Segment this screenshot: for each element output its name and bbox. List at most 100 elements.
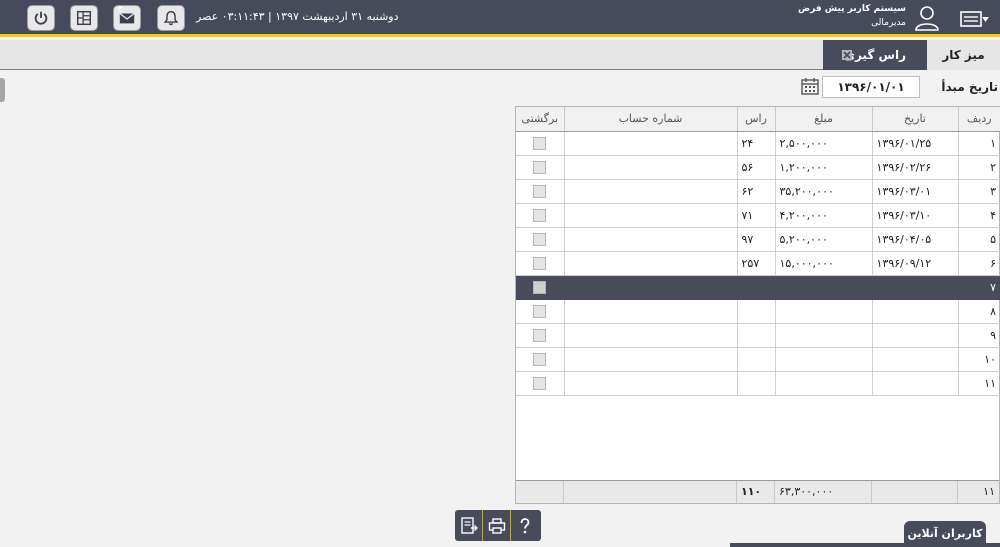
ras-table: ردیف تاریخ مبلغ راس شماره حساب برگشتی ۱۱… [516,107,1000,396]
table-row[interactable]: ۲ ۱۳۹۶/۰۲/۲۶ ۱,۲۰۰,۰۰۰ ۵۶ [516,155,1000,180]
cell-date: ۱۳۹۶/۰۳/۰۱ [872,179,959,204]
table-row[interactable]: ۶ ۱۳۹۶/۰۹/۱۲ ۱۵,۰۰۰,۰۰۰ ۲۵۷ [516,251,1000,276]
cell-ras: ۵۶ [737,155,776,180]
menu-icon[interactable] [960,8,990,30]
cell-amount [775,275,873,300]
returned-checkbox[interactable] [533,328,547,342]
cell-returned [516,347,565,372]
table-row[interactable]: ۳ ۱۳۹۶/۰۳/۰۱ ۳۵,۲۰۰,۰۰۰ ۶۲ [516,179,1000,204]
cell-amount: ۵,۲۰۰,۰۰۰ [775,227,873,252]
close-icon[interactable] [841,49,853,61]
footer-amount-total: ۶۳,۳۰۰,۰۰۰ [774,481,871,503]
cell-amount: ۱۵,۰۰۰,۰۰۰ [775,251,873,276]
cell-date: ۱۳۹۶/۰۴/۰۵ [872,227,959,252]
cell-amount [775,323,873,348]
cell-ras [737,275,776,300]
cell-returned [516,203,565,228]
col-row-header[interactable]: ردیف [958,107,1000,132]
help-icon [520,517,530,533]
cell-date [872,299,959,324]
cell-row-number: ۷ [958,275,1000,300]
cell-account [564,227,738,252]
footer-ras-total: ۱۱۰ [736,481,774,503]
calendar-icon[interactable] [800,76,820,96]
cell-ras: ۹۷ [737,227,776,252]
col-amount-header[interactable]: مبلغ [775,107,873,132]
cell-account [564,347,738,372]
top-header: ۳ دوشنبه ۳۱ اردیبهشت ۱۳۹۷ | ۰۳:۱۱:۴۳ عصر… [0,0,1000,37]
user-icon[interactable] [914,4,940,32]
power-button[interactable] [27,5,55,31]
cell-account [564,275,738,300]
cell-date: ۱۳۹۶/۰۳/۱۰ [872,203,959,228]
returned-checkbox[interactable] [533,136,547,150]
cell-amount: ۴,۲۰۰,۰۰۰ [775,203,873,228]
cell-date [872,323,959,348]
start-date-input[interactable]: ۱۳۹۶/۰۱/۰۱ [822,76,920,98]
dashboard-button[interactable] [70,5,98,31]
returned-checkbox[interactable] [533,184,547,198]
power-icon [34,11,48,25]
table-row[interactable]: ۴ ۱۳۹۶/۰۳/۱۰ ۴,۲۰۰,۰۰۰ ۷۱ [516,203,1000,228]
cell-ras [737,323,776,348]
notifications-button[interactable] [157,5,185,31]
cell-ras: ۶۲ [737,179,776,204]
footer-empty [563,481,736,503]
returned-checkbox[interactable] [533,352,547,366]
tab-desk[interactable]: میز کار [927,40,1000,70]
table-row[interactable]: ۵ ۱۳۹۶/۰۴/۰۵ ۵,۲۰۰,۰۰۰ ۹۷ [516,227,1000,252]
bottom-toolbar [455,510,541,541]
cell-amount: ۲,۵۰۰,۰۰۰ [775,131,873,156]
col-ras-header[interactable]: راس [737,107,776,132]
cell-ras [737,371,776,396]
cell-returned [516,251,565,276]
cell-returned [516,131,565,156]
col-account-header[interactable]: شماره حساب [564,107,738,132]
returned-checkbox[interactable] [533,256,547,270]
export-button[interactable] [455,510,483,541]
cell-returned [516,227,565,252]
start-date-label: تاریخ مبدأ [941,80,998,94]
cell-account [564,299,738,324]
cell-row-number: ۸ [958,299,1000,324]
side-panel-handle[interactable] [0,78,5,102]
cell-returned [516,275,565,300]
messages-button[interactable]: ۳ [113,5,141,31]
system-name: سیستم کاربر پیش فرض [798,4,906,14]
help-button[interactable] [511,510,539,541]
cell-account [564,371,738,396]
returned-checkbox[interactable] [533,208,547,222]
table-row[interactable]: ۹ [516,323,1000,348]
cell-ras [737,299,776,324]
print-icon [488,517,505,534]
returned-checkbox[interactable] [533,376,547,390]
cell-account [564,323,738,348]
cell-amount: ۳۵,۲۰۰,۰۰۰ [775,179,873,204]
cell-row-number: ۱ [958,131,1000,156]
bell-icon [163,10,179,26]
returned-checkbox[interactable] [533,160,547,174]
online-users-bar [730,543,1000,547]
print-button[interactable] [483,510,511,541]
table-row[interactable]: ۸ [516,299,1000,324]
cell-row-number: ۴ [958,203,1000,228]
table-row[interactable]: ۷ [516,275,1000,300]
footer-empty [516,481,563,503]
tab-ras-giri[interactable]: راس گیری [823,40,927,70]
table-header: ردیف تاریخ مبلغ راس شماره حساب برگشتی [516,107,1000,132]
returned-checkbox[interactable] [533,280,547,294]
table-row[interactable]: ۱۰ [516,347,1000,372]
tab-bar: میز کار راس گیری [0,40,1000,70]
returned-checkbox[interactable] [533,304,547,318]
cell-ras: ۲۴ [737,131,776,156]
table-row[interactable]: ۱ ۱۳۹۶/۰۱/۲۵ ۲,۵۰۰,۰۰۰ ۲۴ [516,131,1000,156]
returned-checkbox[interactable] [533,232,547,246]
user-role: مدیرمالی [871,18,906,28]
cell-amount: ۱,۲۰۰,۰۰۰ [775,155,873,180]
cell-amount [775,347,873,372]
col-date-header[interactable]: تاریخ [872,107,959,132]
cell-returned [516,155,565,180]
cell-amount [775,371,873,396]
col-returned-header[interactable]: برگشتی [516,107,565,132]
table-row[interactable]: ۱۱ [516,371,1000,396]
